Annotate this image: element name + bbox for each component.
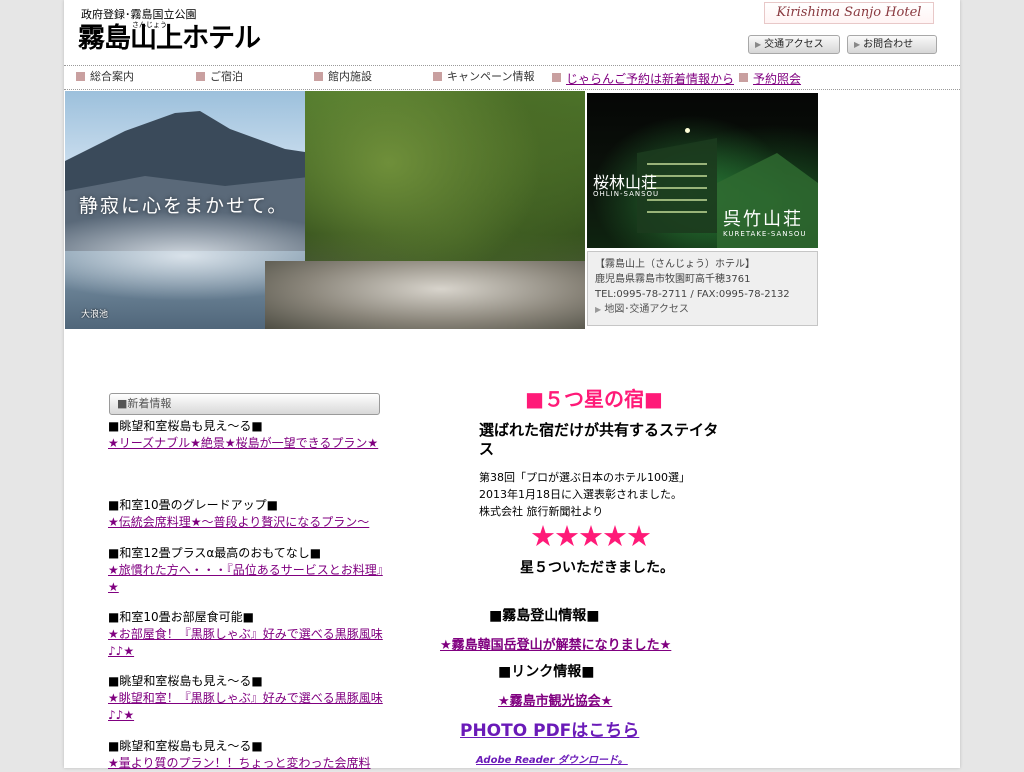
square-bullet-icon [433, 72, 442, 81]
photo-pdf-link[interactable]: PHOTO PDFはこちら [460, 716, 639, 741]
nav-reserve-link[interactable]: 予約照会 [739, 70, 801, 87]
contact-button-label: お問合わせ [863, 39, 914, 50]
map-link-label: 地図･交通アクセス [604, 304, 689, 315]
news-head: ■眺望和室桜島も見え～る■ [108, 739, 263, 753]
night-photo: 桜林山荘 OHLIN-SANSOU 呉竹山荘 KURETAKE-SANSOU [587, 93, 818, 248]
arrow-right-icon: ▶ [854, 40, 861, 49]
hotel-address: 鹿児島県霧島市牧園町高千穂3761 [595, 274, 751, 285]
news-head: ■和室10畳のグレードアップ■ [108, 498, 278, 512]
award-title: ■５つ星の宿■ [525, 387, 663, 411]
award-line: 第38回「プロが選ぶ日本のホテル100選」 [479, 471, 690, 484]
map-link[interactable]: ▶ 地図･交通アクセス [595, 302, 810, 317]
news-head: ■和室10畳お部屋食可能■ [108, 610, 254, 624]
award-line: 株式会社 旅行新聞社より [479, 505, 604, 518]
nav-label: 総合案内 [90, 70, 134, 83]
news-head: ■眺望和室桜島も見え～る■ [108, 674, 263, 688]
brand-logo: Kirishima Sanjo Hotel [764, 2, 934, 24]
hot-spring-pool [265, 261, 585, 329]
arrow-right-icon: ▶ [595, 305, 602, 314]
adobe-reader-link[interactable]: Adobe Reader ダウンロード。 [476, 751, 628, 766]
square-bullet-icon [76, 72, 85, 81]
hotel-phone: TEL:0995-78-2711 / FAX:0995-78-2132 [595, 289, 790, 300]
award-subtitle: 選ばれた宿だけが共有するステイタス [479, 421, 719, 458]
hotel-logo[interactable]: 霧島山上ホテル [78, 22, 261, 56]
news-head: ■和室12畳プラスα最高のおもてなし■ [108, 546, 322, 560]
access-button[interactable]: ▶ 交通アクセス [748, 35, 840, 54]
square-bullet-icon [739, 73, 748, 82]
reserve-link[interactable]: 予約照会 [753, 72, 801, 86]
nav-label: キャンペーン情報 [447, 70, 535, 83]
news-head: ■眺望和室桜島も見え～る■ [108, 419, 263, 433]
news-link[interactable]: ★リーズナブル★絶景★桜島が一望できるプラン★ [108, 436, 378, 450]
square-bullet-icon [552, 73, 561, 82]
building2-name: 呉竹山荘 [723, 209, 803, 230]
nav-item-overview[interactable]: 総合案内 [76, 68, 134, 84]
news-link[interactable]: ★伝統会席料理★～普段より贅沢になるプラン～ [108, 515, 369, 529]
award-line: 2013年1月18日に入選表彰されました。 [479, 488, 682, 501]
news-item: ■眺望和室桜島も見え～る■ ★量より質のプラン！！ちょっと変わった会席料 [108, 738, 388, 772]
news-title: ■新着情報 [109, 393, 380, 415]
news-item: ■和室10畳のグレードアップ■ ★伝統会席料理★～普段より贅沢になるプラン～ [108, 497, 388, 531]
tourism-link[interactable]: ★霧島市観光協会★ [498, 690, 612, 709]
nav-item-campaign[interactable]: キャンペーン情報 [433, 68, 534, 84]
hero-caption: 大浪池 [81, 310, 109, 320]
square-bullet-icon [196, 72, 205, 81]
hero-photo: 静寂に心をまかせて。 大浪池 [65, 91, 585, 329]
news-item: ■和室12畳プラスα最高のおもてなし■ ★旅慣れた方へ・・・『品位あるサービスと… [108, 545, 388, 596]
news-item: ■眺望和室桜島も見え～る■ ★眺望和室！『黒豚しゃぶ』好みで選べる黒豚風味♪♪★ [108, 673, 388, 724]
contact-button[interactable]: ▶ お問合わせ [847, 35, 937, 54]
arrow-right-icon: ▶ [755, 40, 762, 49]
climb-title: ■霧島登山情報■ [489, 608, 600, 624]
news-item: ■眺望和室桜島も見え～る■ ★リーズナブル★絶景★桜島が一望できるプラン★ [108, 418, 388, 452]
news-link[interactable]: ★眺望和室！『黒豚しゃぶ』好みで選べる黒豚風味♪♪★ [108, 691, 383, 722]
nav-jalan-link[interactable]: じゃらんご予約は新着情報から [552, 70, 734, 87]
hero-tagline: 静寂に心をまかせて。 [79, 195, 289, 217]
building2-sub: KURETAKE-SANSOU [723, 230, 807, 238]
building1-sub: OHLIN-SANSOU [593, 190, 660, 198]
square-bullet-icon [314, 72, 323, 81]
news-item: ■和室10畳お部屋食可能■ ★お部屋食！『黒豚しゃぶ』好みで選べる黒豚風味♪♪★ [108, 609, 388, 660]
hotel-info-box: 【霧島山上（さんじょう）ホテル】 鹿児島県霧島市牧園町高千穂3761 TEL:0… [587, 251, 818, 326]
access-button-label: 交通アクセス [764, 39, 824, 50]
jalan-link[interactable]: じゃらんご予約は新着情報から [566, 72, 734, 86]
climb-link[interactable]: ★霧島韓国岳登山が解禁になりました★ [440, 634, 671, 653]
nav-label: 館内施設 [328, 70, 372, 83]
nav-label: ご宿泊 [210, 70, 243, 83]
award-details: 第38回「プロが選ぶ日本のホテル100選」 2013年1月18日に入選表彰されま… [479, 469, 739, 520]
hotel-name: 【霧島山上（さんじょう）ホテル】 [595, 259, 755, 270]
nav-item-facilities[interactable]: 館内施設 [314, 68, 372, 84]
five-stars-icon: ★★★★★ [530, 519, 652, 553]
rating-text: 星５ついただきました。 [478, 560, 674, 576]
news-link[interactable]: ★お部屋食！『黒豚しゃぶ』好みで選べる黒豚風味♪♪★ [108, 627, 383, 658]
nav-item-stay[interactable]: ご宿泊 [196, 68, 243, 84]
news-link[interactable]: ★旅慣れた方へ・・・『品位あるサービスとお料理』★ [108, 563, 383, 594]
links-title: ■リンク情報■ [498, 664, 595, 680]
page: 政府登録･霧島国立公園 さんじょう 霧島山上ホテル Kirishima Sanj… [64, 0, 960, 770]
